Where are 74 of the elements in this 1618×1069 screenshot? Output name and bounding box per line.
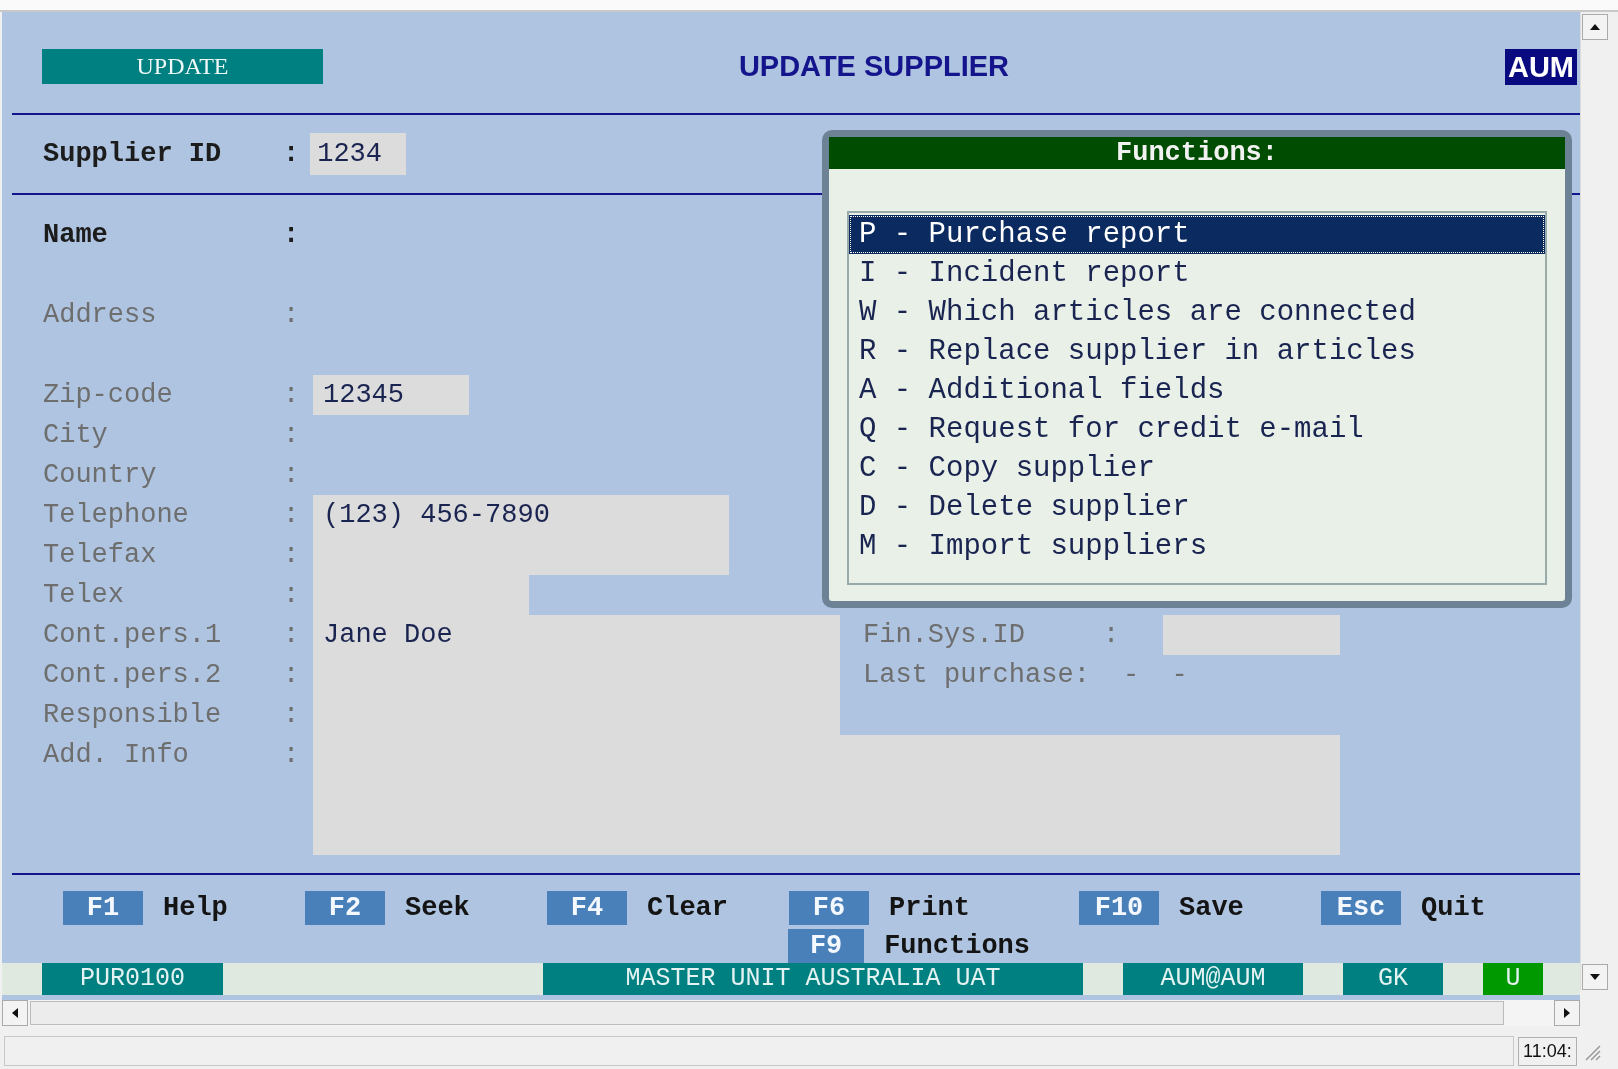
field-colon: : (283, 379, 301, 412)
function-key-label: Help (163, 893, 228, 923)
input-field[interactable] (313, 735, 1340, 855)
function-key-label: Print (889, 893, 970, 923)
status-segment: PUR0100 (42, 963, 223, 995)
function-item[interactable]: D - Delete supplier (849, 488, 1545, 527)
clock-text: 11:04: (1518, 1036, 1577, 1066)
field-label: Telefax (43, 539, 158, 572)
company-badge: AUM (1504, 48, 1577, 85)
field-label: Name (43, 219, 109, 252)
field-label: Country (43, 459, 158, 492)
field-label: Cont.pers.2 (43, 659, 223, 692)
field-label: Responsible (43, 699, 223, 732)
field-label: Address (43, 299, 158, 332)
function-key[interactable]: F9 (788, 929, 865, 963)
popup-title: Functions: (829, 137, 1565, 169)
function-key-label: Save (1179, 893, 1244, 923)
function-key-label: Clear (647, 893, 728, 923)
field-colon: : (283, 499, 301, 532)
function-item[interactable]: R - Replace supplier in articles (849, 332, 1545, 371)
field-colon: : (283, 299, 301, 332)
screen-title: UPDATE SUPPLIER (737, 50, 1011, 83)
scroll-left-icon[interactable] (2, 1000, 28, 1026)
field-label: Supplier ID (43, 138, 223, 171)
field-colon: : (283, 619, 301, 652)
status-segment: U (1483, 963, 1543, 995)
scroll-right-icon[interactable] (1554, 1000, 1580, 1026)
field-colon: : (283, 579, 301, 612)
field-colon: : (283, 739, 301, 772)
field-colon: : (283, 459, 301, 492)
function-key[interactable]: F6 (789, 891, 869, 925)
vertical-scrollbar[interactable] (1580, 12, 1608, 990)
field-label: Last purchase: (863, 659, 1091, 692)
field-colon: : (1103, 619, 1121, 652)
status-segment: AUM@AUM (1123, 963, 1303, 995)
field-label: Cont.pers.1 (43, 619, 223, 652)
function-key-label: Seek (405, 893, 470, 923)
status-segment: MASTER UNIT AUSTRALIA UAT (543, 963, 1083, 995)
input-field[interactable] (1163, 615, 1340, 655)
function-key[interactable]: F4 (547, 891, 627, 925)
function-key[interactable]: Esc (1321, 891, 1401, 925)
function-key[interactable]: F2 (305, 891, 385, 925)
function-key[interactable]: F10 (1079, 891, 1159, 925)
date-value: - - (1123, 659, 1188, 692)
function-item[interactable]: M - Import suppliers (849, 527, 1545, 566)
input-field[interactable]: 12345 (313, 375, 469, 415)
function-item[interactable]: W - Which articles are connected (849, 293, 1545, 332)
function-item[interactable]: P - Purchase report (849, 215, 1545, 254)
field-label: Fin.Sys.ID (863, 619, 1027, 652)
field-colon: : (283, 138, 300, 171)
function-item[interactable]: Q - Request for credit e-mail (849, 410, 1545, 449)
field-label: City (43, 419, 109, 452)
function-item[interactable]: I - Incident report (849, 254, 1545, 293)
mode-badge: UPDATE (42, 49, 323, 84)
function-item[interactable]: C - Copy supplier (849, 449, 1545, 488)
field-colon: : (283, 699, 301, 732)
field-colon: : (283, 539, 301, 572)
field-colon: : (283, 659, 301, 692)
function-key[interactable]: F1 (63, 891, 143, 925)
scroll-up-icon[interactable] (1582, 14, 1608, 40)
field-colon: : (283, 219, 301, 252)
scroll-down-icon[interactable] (1582, 964, 1608, 990)
field-label: Telephone (43, 499, 190, 532)
function-key-label: Functions (884, 931, 1030, 961)
status-segment: GK (1343, 963, 1443, 995)
function-item[interactable]: A - Additional fields (849, 371, 1545, 410)
field-label: Zip-code (43, 379, 174, 412)
input-field[interactable]: 1234 (310, 133, 407, 175)
input-field[interactable]: Jane Doe (313, 615, 840, 655)
field-label: Add. Info (43, 739, 190, 772)
field-label: Telex (43, 579, 125, 612)
input-field[interactable]: (123) 456-7890 (313, 495, 729, 535)
function-key-label: Quit (1421, 893, 1486, 923)
field-colon: : (283, 419, 301, 452)
